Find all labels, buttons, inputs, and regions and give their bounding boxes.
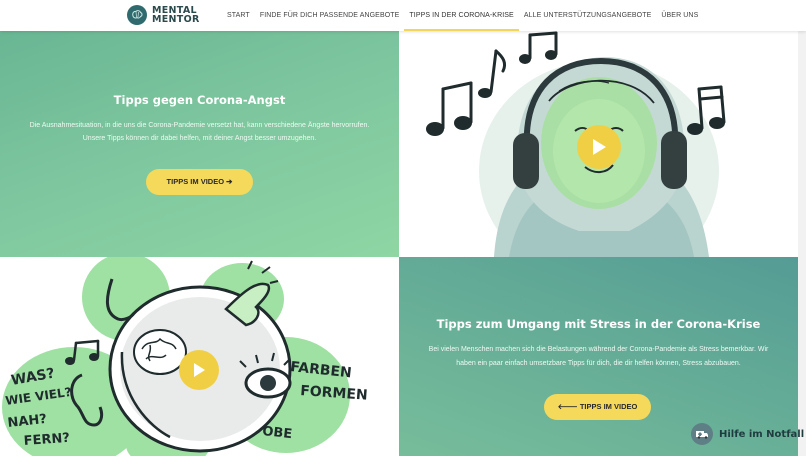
brand-name-line2: MENTOR	[152, 14, 200, 25]
main-nav: START FINDE FÜR DICH PASSENDE ANGEBOTE T…	[227, 0, 703, 31]
corona-angst-title: Tipps gegen Corona-Angst	[113, 93, 286, 107]
corona-angst-text-line2: Unsere Tipps können dir dabei helfen, mi…	[82, 135, 317, 142]
brain-logo-icon	[127, 5, 147, 25]
word-obe: OBE	[262, 424, 293, 442]
nav-item-unterstuetzungsangebote[interactable]: ALLE UNTERSTÜTZUNGSANGEBOTE	[519, 0, 657, 31]
brand-logo[interactable]: MENTAL MENTOR	[127, 5, 200, 25]
nav-item-tipps-corona[interactable]: TIPPS IN DER CORONA-KRISE	[404, 0, 519, 31]
site-header: MENTAL MENTOR START FINDE FÜR DICH PASSE…	[0, 0, 806, 31]
nav-item-start[interactable]: START	[227, 0, 255, 31]
emergency-help-label: Hilfe im Notfall	[719, 428, 805, 440]
page: MENTAL MENTOR START FINDE FÜR DICH PASSE…	[0, 0, 806, 456]
stress-video-button[interactable]: 🡐 TIPPS IM VIDEO	[544, 394, 651, 420]
corona-angst-panel: Tipps gegen Corona-Angst Die Ausnahmesit…	[0, 31, 399, 257]
emergency-help-button[interactable]: Hilfe im Notfall	[691, 423, 804, 445]
stress-title: Tipps zum Umgang mit Stress in der Coron…	[436, 317, 761, 331]
corona-angst-video-thumbnail[interactable]	[399, 31, 798, 257]
stress-video-thumbnail[interactable]: WAS? WIE VIEL? NAH? FERN? FARBEN FORMEN …	[0, 257, 399, 456]
stress-text-line1: Bei vielen Menschen machen sich die Bela…	[428, 346, 769, 353]
corona-angst-video-button[interactable]: TIPPS IM VIDEO ➔	[146, 169, 253, 195]
play-icon[interactable]	[577, 125, 621, 169]
ambulance-icon	[691, 423, 713, 445]
corona-angst-text-line1: Die Ausnahmesituation, in die uns die Co…	[29, 122, 370, 129]
stress-text-line2: haben ein paar einfach umsetzbare Tipps …	[456, 360, 741, 367]
nav-item-ueber-uns[interactable]: ÜBER UNS	[656, 0, 703, 31]
play-icon[interactable]	[179, 350, 219, 390]
scrollbar-track[interactable]	[798, 31, 806, 456]
nav-item-finde-angebote[interactable]: FINDE FÜR DICH PASSENDE ANGEBOTE	[255, 0, 405, 31]
